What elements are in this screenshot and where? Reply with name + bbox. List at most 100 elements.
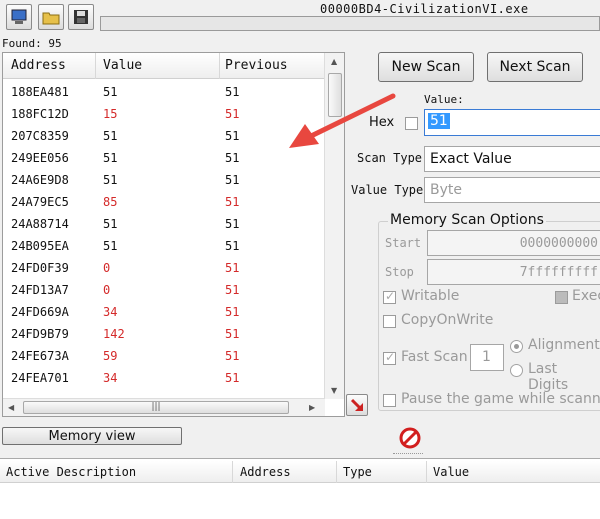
scan-type-value: Exact Value xyxy=(430,151,512,167)
table-row[interactable]: 24FD13A7 0 51 xyxy=(3,279,325,301)
table-row[interactable]: 24A88714 51 51 xyxy=(3,213,325,235)
copy-on-write-label: CopyOnWrite xyxy=(401,312,494,328)
row-value: 51 xyxy=(103,85,118,99)
last-digits-label: Last Digits xyxy=(528,361,569,393)
row-value: 51 xyxy=(103,151,118,165)
table-row[interactable]: 24FD9B79 142 51 xyxy=(3,323,325,345)
pause-game-label: Pause the game while scanning xyxy=(401,391,600,407)
memory-view-button[interactable]: Memory view xyxy=(2,427,182,445)
table-row[interactable]: 24FEA701 34 51 xyxy=(3,367,325,389)
row-address: 24A79EC5 xyxy=(11,195,69,209)
scan-progress-bar xyxy=(100,16,600,31)
next-scan-button[interactable]: Next Scan xyxy=(487,52,583,82)
last-digits-radio[interactable] xyxy=(510,364,523,377)
table-row[interactable]: 24FD669A 34 51 xyxy=(3,301,325,323)
row-address: 188EA481 xyxy=(11,85,69,99)
results-header: Address Value Previous xyxy=(3,53,325,79)
row-value: 0 xyxy=(103,283,111,297)
row-value: 51 xyxy=(103,239,118,253)
value-label: Value: xyxy=(424,93,464,106)
row-value: 142 xyxy=(103,327,125,341)
add-to-list-button[interactable] xyxy=(346,394,368,416)
row-value: 15 xyxy=(103,107,118,121)
row-previous: 51 xyxy=(225,239,240,253)
column-previous[interactable]: Previous xyxy=(225,58,288,73)
column-list-address[interactable]: Address xyxy=(240,465,291,479)
value-input[interactable]: 51 xyxy=(424,109,600,136)
row-previous: 51 xyxy=(225,151,240,165)
writable-label: Writable xyxy=(401,288,460,304)
row-value: 51 xyxy=(103,129,118,143)
table-row[interactable]: 188FC12D 15 51 xyxy=(3,103,325,125)
start-address-input[interactable]: 0000000000 xyxy=(427,230,600,256)
row-address: 24FD669A xyxy=(11,305,69,319)
row-value: 51 xyxy=(103,217,118,231)
row-value: 0 xyxy=(103,261,111,275)
splitter-handle[interactable] xyxy=(393,453,423,456)
scroll-right-icon[interactable]: ▶ xyxy=(309,403,315,412)
pause-game-checkbox[interactable] xyxy=(383,394,396,407)
column-type[interactable]: Type xyxy=(343,465,372,479)
computer-icon xyxy=(11,9,27,24)
row-address: 24B095EA xyxy=(11,239,69,253)
row-previous: 51 xyxy=(225,217,240,231)
table-row[interactable]: 24FE673A 59 51 xyxy=(3,345,325,367)
copy-on-write-checkbox[interactable] xyxy=(383,315,396,328)
address-list[interactable]: Active Description Address Type Value xyxy=(0,458,600,519)
row-previous: 51 xyxy=(225,195,240,209)
open-file-button[interactable] xyxy=(38,4,64,30)
column-list-value[interactable]: Value xyxy=(433,465,469,479)
row-address: 24A6E9D8 xyxy=(11,173,69,187)
table-row[interactable]: 207C8359 51 51 xyxy=(3,125,325,147)
alignment-radio[interactable] xyxy=(510,340,523,353)
executable-checkbox[interactable] xyxy=(555,291,568,304)
row-previous: 51 xyxy=(225,305,240,319)
writable-checkbox[interactable] xyxy=(383,289,396,304)
scroll-up-icon[interactable]: ▲ xyxy=(331,57,337,66)
table-row[interactable]: 24A6E9D8 51 51 xyxy=(3,169,325,191)
hex-checkbox[interactable] xyxy=(405,117,418,130)
value-type-select[interactable]: Byte xyxy=(424,177,600,203)
start-label: Start xyxy=(385,236,422,250)
window-title: 00000BD4-CivilizationVI.exe xyxy=(320,2,529,16)
stop-icon[interactable] xyxy=(399,427,421,449)
row-value: 59 xyxy=(103,349,118,363)
hex-label: Hex xyxy=(369,115,395,130)
column-active-description[interactable]: Active Description xyxy=(6,465,136,479)
scan-type-select[interactable]: Exact Value xyxy=(424,146,600,172)
folder-icon xyxy=(42,12,60,25)
row-address: 207C8359 xyxy=(11,129,69,143)
table-row[interactable]: 24FD0F39 0 51 xyxy=(3,257,325,279)
value-type-value: Byte xyxy=(430,182,462,198)
fast-scan-alignment-input[interactable]: 1 xyxy=(470,344,504,371)
table-row[interactable]: 249EE056 51 51 xyxy=(3,147,325,169)
column-address[interactable]: Address xyxy=(11,58,66,73)
row-address: 24FD13A7 xyxy=(11,283,69,297)
row-previous: 51 xyxy=(225,173,240,187)
row-previous: 51 xyxy=(225,261,240,275)
save-button[interactable] xyxy=(68,4,94,30)
floppy-icon xyxy=(74,10,88,24)
row-previous: 51 xyxy=(225,327,240,341)
column-value[interactable]: Value xyxy=(103,58,142,73)
scan-type-label: Scan Type xyxy=(357,151,423,165)
row-previous: 51 xyxy=(225,371,240,385)
open-process-button[interactable] xyxy=(6,4,32,30)
table-row[interactable]: 24A79EC5 85 51 xyxy=(3,191,325,213)
row-value: 34 xyxy=(103,371,118,385)
row-previous: 51 xyxy=(225,85,240,99)
stop-address-input[interactable]: 7fffffffff xyxy=(427,259,600,285)
stop-label: Stop xyxy=(385,265,414,279)
fast-scan-checkbox[interactable] xyxy=(383,350,396,365)
scroll-down-icon[interactable]: ▼ xyxy=(331,386,337,395)
results-horizontal-scrollbar[interactable]: ◀ ||| ▶ xyxy=(3,398,325,416)
row-previous: 51 xyxy=(225,107,240,121)
scroll-left-icon[interactable]: ◀ xyxy=(8,403,14,412)
fast-scan-label: Fast Scan xyxy=(401,349,468,365)
found-count: Found: 95 xyxy=(2,37,62,50)
horizontal-scroll-thumb[interactable]: ||| xyxy=(23,401,289,414)
new-scan-button[interactable]: New Scan xyxy=(378,52,474,82)
table-row[interactable]: 188EA481 51 51 xyxy=(3,81,325,103)
row-address: 188FC12D xyxy=(11,107,69,121)
table-row[interactable]: 24B095EA 51 51 xyxy=(3,235,325,257)
